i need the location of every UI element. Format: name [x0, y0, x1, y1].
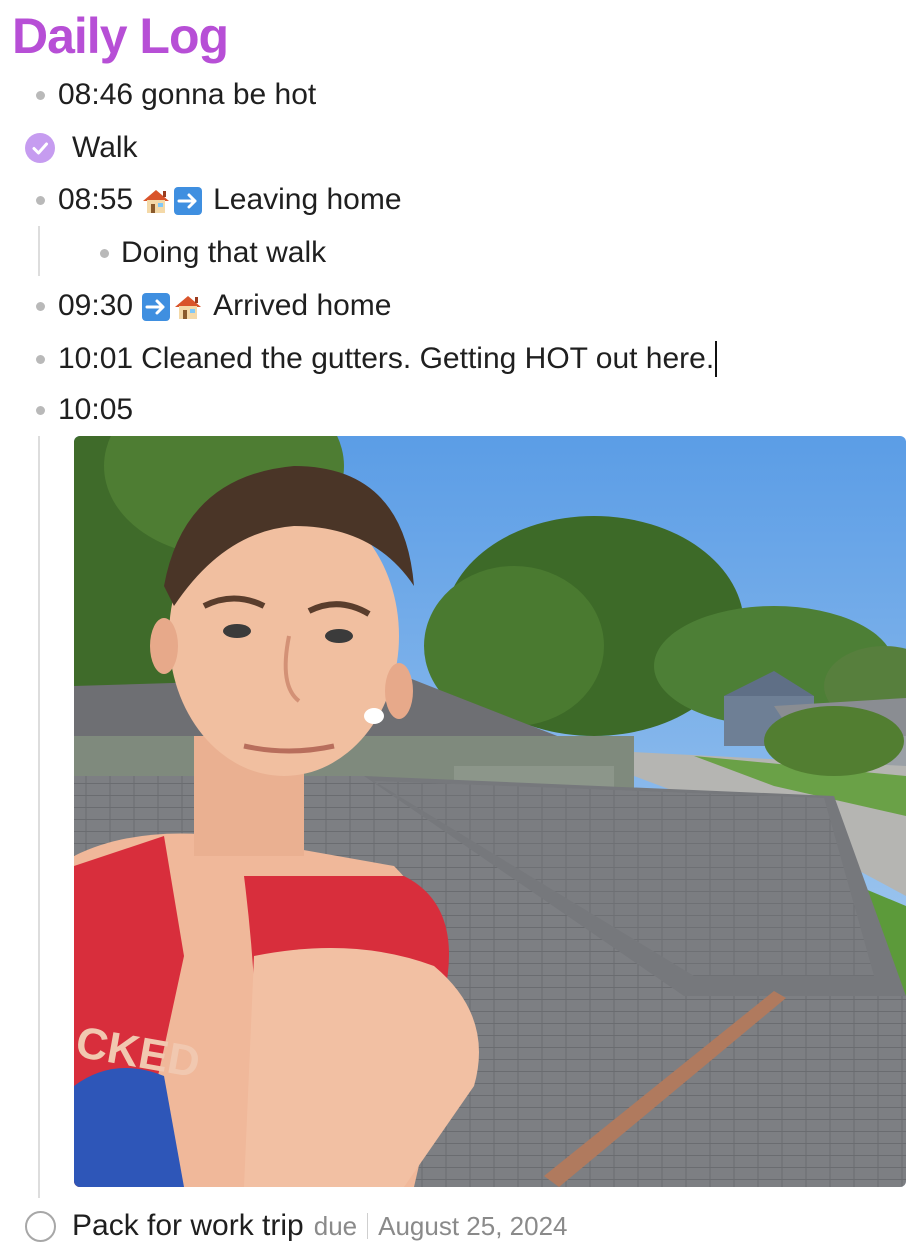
task-label: Walk	[72, 131, 138, 164]
house-icon	[141, 185, 171, 215]
entry-time: 09:30	[58, 289, 134, 322]
entry-text: Doing that walk	[121, 236, 327, 269]
todo-label: Pack for work trip	[72, 1209, 304, 1242]
bullet-icon[interactable]	[36, 195, 45, 205]
text-cursor	[715, 341, 718, 377]
entry-time: 08:46	[58, 78, 134, 111]
task-checkbox[interactable]	[25, 1211, 56, 1242]
due-divider	[367, 1213, 369, 1239]
house-icon	[173, 291, 203, 321]
log-entry[interactable]: 10:05	[36, 388, 133, 432]
completed-checkbox-icon[interactable]	[25, 133, 55, 163]
page-title: Daily Log	[12, 8, 229, 64]
indent-guide	[38, 436, 40, 1198]
due-label: due	[313, 1211, 358, 1241]
bullet-icon[interactable]	[36, 301, 45, 311]
entry-text: Arrived home	[213, 289, 392, 322]
log-entry[interactable]: 09:30 Arrived home	[36, 284, 391, 328]
entry-text: gonna be hot	[141, 78, 317, 111]
right-arrow-icon	[173, 185, 203, 215]
bullet-icon[interactable]	[36, 405, 45, 415]
log-entry[interactable]: 10:01 Cleaned the gutters. Getting HOT o…	[36, 337, 718, 381]
entry-time: 08:55	[58, 183, 134, 216]
rooftop-selfie-photo[interactable]: CKED	[74, 436, 906, 1187]
log-entry[interactable]: 08:55 Leaving home	[36, 178, 402, 222]
right-arrow-icon	[141, 291, 171, 321]
bullet-icon[interactable]	[36, 90, 45, 100]
entry-text: Leaving home	[213, 183, 402, 216]
entry-time: 10:01	[58, 342, 134, 375]
entry-text[interactable]: Cleaned the gutters. Getting HOT out her…	[141, 337, 714, 381]
indent-guide	[38, 226, 40, 276]
log-entry-child[interactable]: Doing that walk	[100, 231, 326, 275]
bullet-icon[interactable]	[100, 248, 109, 258]
todo-item[interactable]: Pack for work trip due August 25, 2024	[72, 1204, 568, 1248]
due-date[interactable]: August 25, 2024	[378, 1204, 567, 1248]
task-walk[interactable]: Walk	[72, 126, 138, 170]
entry-time: 10:05	[58, 393, 134, 426]
log-entry[interactable]: 08:46 gonna be hot	[36, 73, 316, 117]
bullet-icon[interactable]	[36, 354, 45, 364]
